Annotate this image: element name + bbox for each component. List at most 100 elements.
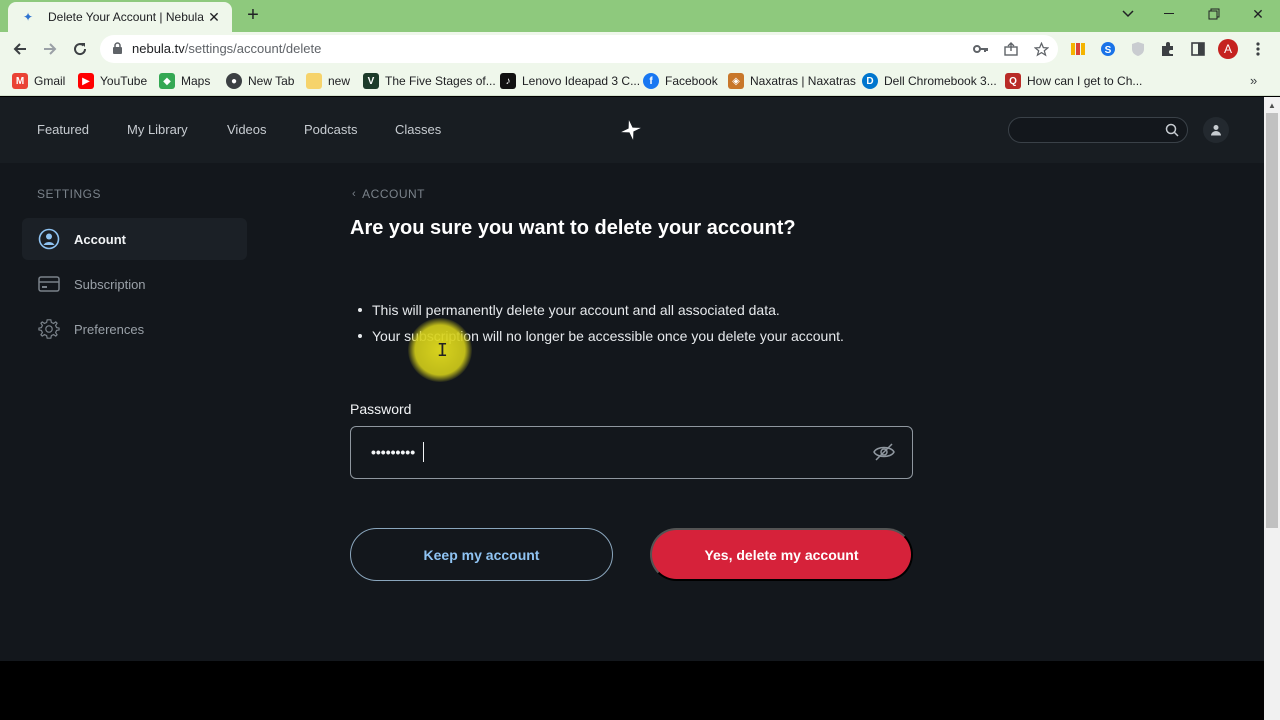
v-icon: V <box>363 73 379 89</box>
url-text[interactable]: nebula.tv/settings/account/delete <box>132 41 321 56</box>
maps-icon: ◆ <box>159 73 175 89</box>
breadcrumb[interactable]: ‹ ACCOUNT <box>352 187 425 201</box>
site-header: Featured My Library Videos Podcasts Clas… <box>0 97 1264 163</box>
bookmarks-overflow-icon[interactable]: » <box>1250 73 1257 88</box>
globe-icon: ● <box>226 73 242 89</box>
password-label: Password <box>350 401 412 417</box>
bookmark-label: Maps <box>181 74 211 88</box>
sidebar-item-preferences[interactable]: Preferences <box>22 308 247 350</box>
settings-section-label: SETTINGS <box>37 187 102 201</box>
svg-text:S: S <box>1105 45 1112 56</box>
page-content: Featured My Library Videos Podcasts Clas… <box>0 97 1264 661</box>
address-bar[interactable]: nebula.tv/settings/account/delete <box>100 35 1058 63</box>
tab-close-icon[interactable]: ✕ <box>206 9 222 26</box>
gear-icon <box>38 318 60 340</box>
keep-account-button[interactable]: Keep my account <box>350 528 613 581</box>
nav-videos[interactable]: Videos <box>227 122 267 137</box>
sidebar-item-account[interactable]: Account <box>22 218 247 260</box>
profile-avatar[interactable]: A <box>1218 39 1238 59</box>
site-search-input[interactable] <box>1008 117 1188 143</box>
url-path: /settings/account/delete <box>184 41 322 56</box>
nav-podcasts[interactable]: Podcasts <box>304 122 357 137</box>
extension-shield-icon[interactable] <box>1128 39 1148 59</box>
scroll-up-icon[interactable]: ▲ <box>1268 101 1276 110</box>
browser-tab[interactable]: ✦ Delete Your Account | Nebula ✕ <box>8 2 232 32</box>
text-cursor-icon: I <box>437 340 448 361</box>
bookmark-label: New Tab <box>248 74 295 88</box>
bookmark-item[interactable]: Q How can I get to Ch... <box>1005 71 1142 91</box>
forward-arrow-icon[interactable] <box>38 37 62 61</box>
delete-account-button[interactable]: Yes, delete my account <box>650 528 913 581</box>
bookmark-label: The Five Stages of... <box>385 74 496 88</box>
bookmark-label: Facebook <box>665 74 718 88</box>
lock-icon[interactable] <box>112 42 123 60</box>
youtube-icon: ▶ <box>78 73 94 89</box>
nebula-favicon-icon: ✦ <box>22 10 34 24</box>
browser-toolbar: nebula.tv/settings/account/delete S A <box>0 32 1280 66</box>
bookmark-label: Lenovo Ideapad 3 C... <box>522 74 641 88</box>
bookmark-item[interactable]: new <box>306 71 350 91</box>
bookmark-label: Gmail <box>34 74 66 88</box>
user-account-icon[interactable] <box>1203 117 1229 143</box>
facebook-icon: f <box>643 73 659 89</box>
minimize-icon[interactable] <box>1148 0 1192 28</box>
nav-featured[interactable]: Featured <box>37 122 89 137</box>
eye-slash-icon[interactable] <box>873 442 895 467</box>
bookmark-item[interactable]: M Gmail <box>12 71 65 91</box>
sidebar-item-label: Subscription <box>74 276 146 292</box>
bookmarks-bar: Q How can I get to Ch... D Dell Chromebook … <box>0 66 1280 96</box>
key-icon[interactable] <box>972 40 990 58</box>
scrollbar-thumb[interactable] <box>1266 113 1278 528</box>
sidebar-item-subscription[interactable]: Subscription <box>22 263 247 305</box>
kebab-menu-icon[interactable] <box>1248 39 1268 59</box>
back-arrow-icon[interactable] <box>8 37 32 61</box>
bookmark-label: How can I get to Ch... <box>1027 74 1143 88</box>
browser-tab-strip: ✦ Delete Your Account | Nebula ✕ + ✕ <box>0 0 1280 32</box>
bookmark-label: new <box>328 74 351 88</box>
chevron-left-icon: ‹ <box>352 188 357 200</box>
bookmark-item[interactable]: ▶ YouTube <box>78 71 147 91</box>
extension-blue-s-icon[interactable]: S <box>1098 39 1118 59</box>
share-icon[interactable] <box>1002 40 1020 58</box>
tab-title: Delete Your Account | Nebula <box>48 10 204 24</box>
nav-classes[interactable]: Classes <box>395 122 441 137</box>
bookmark-label: Dell Chromebook 3... <box>884 74 997 88</box>
page-scrollbar[interactable]: ▲ <box>1264 97 1280 720</box>
reload-icon[interactable] <box>68 37 92 61</box>
bookmark-item[interactable]: f Facebook <box>643 71 718 91</box>
bookmark-item[interactable]: ● New Tab <box>226 71 294 91</box>
page-title: Are you sure you want to delete your acc… <box>350 217 796 239</box>
nav-my-library[interactable]: My Library <box>127 122 188 137</box>
bookmark-item[interactable]: ♪ Lenovo Ideapad 3 C... <box>500 71 640 91</box>
tab-search-icon[interactable] <box>1106 0 1150 28</box>
extension-colorful-icon[interactable] <box>1068 39 1088 59</box>
gmail-icon: M <box>12 73 28 89</box>
user-circle-icon <box>38 228 60 250</box>
bookmark-item[interactable]: D Dell Chromebook 3... <box>862 71 997 91</box>
search-icon[interactable] <box>1165 123 1179 142</box>
password-input[interactable]: ••••••••• <box>350 426 913 479</box>
password-value: ••••••••• <box>371 444 416 460</box>
close-window-icon[interactable]: ✕ <box>1236 0 1280 28</box>
bookmark-item[interactable]: ◆ Maps <box>159 71 210 91</box>
bandcamp-icon: ◈ <box>728 73 744 89</box>
dell-icon: D <box>862 73 878 89</box>
nebula-logo-icon[interactable] <box>620 119 642 141</box>
folder-icon <box>306 73 322 89</box>
tiktok-icon: ♪ <box>500 73 516 89</box>
url-host: nebula.tv <box>132 41 185 56</box>
side-panel-icon[interactable] <box>1188 39 1208 59</box>
bookmark-item[interactable]: ◈ Naxatras | Naxatras <box>728 71 856 91</box>
quora-icon: Q <box>1005 73 1021 89</box>
card-icon <box>38 273 60 295</box>
puzzle-icon[interactable] <box>1158 39 1178 59</box>
text-caret <box>423 442 424 462</box>
restore-icon[interactable] <box>1192 0 1236 28</box>
bookmark-item[interactable]: V The Five Stages of... <box>363 71 496 91</box>
new-tab-icon[interactable]: + <box>242 5 264 27</box>
breadcrumb-label: ACCOUNT <box>362 187 426 201</box>
sidebar-item-label: Preferences <box>74 321 145 337</box>
star-icon[interactable] <box>1032 40 1050 58</box>
bookmark-label: Naxatras | Naxatras <box>750 74 856 88</box>
bookmark-label: YouTube <box>100 74 148 88</box>
